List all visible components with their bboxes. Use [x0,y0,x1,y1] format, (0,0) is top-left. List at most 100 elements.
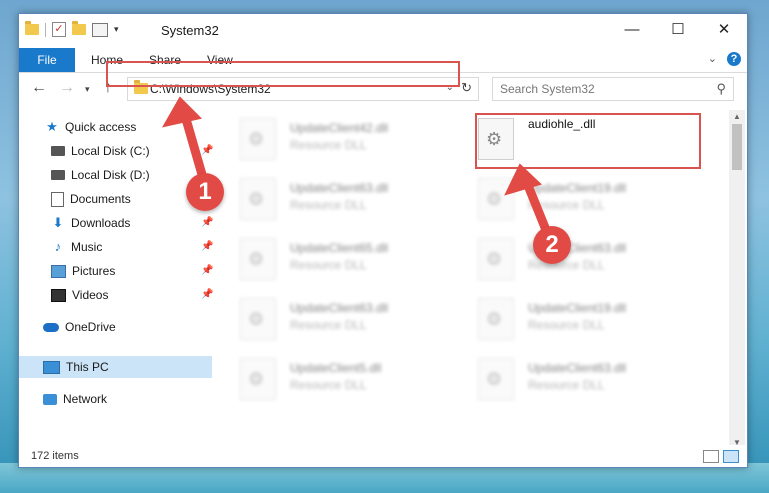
videos-icon [51,288,66,302]
help-icon[interactable]: ? [727,52,741,66]
file-item[interactable]: ⚙ UpdateClient5.dll Resource DLL [232,354,452,402]
minimize-button[interactable]: — [609,14,655,46]
quick-access-toolbar: ✓ ▾ [25,21,119,37]
file-name: UpdateClient19.dll [528,181,627,195]
search-input[interactable]: Search System32 ⚲ [492,77,734,101]
forward-arrow-icon[interactable]: → [59,79,75,97]
sidebar-item-onedrive[interactable]: OneDrive [43,316,116,338]
file-type: Resource DLL [290,318,367,332]
file-type: Resource DLL [528,318,605,332]
dll-file-icon: ⚙ [240,118,276,160]
sidebar-item-videos[interactable]: Videos 📌 [51,284,221,306]
pin-icon: 📌 [201,289,214,300]
step-2-badge: 2 [533,226,571,264]
dll-file-icon: ⚙ [240,178,276,220]
step-1-badge: 1 [186,173,224,211]
file-type: Resource DLL [528,198,605,212]
scrollbar-thumb[interactable] [732,124,742,170]
window-title: System32 [161,23,219,38]
file-name: UpdateClient5.dll [290,361,382,375]
sidebar-item-label: OneDrive [65,320,116,334]
file-highlight [475,113,701,169]
file-type: Resource DLL [528,378,605,392]
sidebar-item-quick-access[interactable]: ★ Quick access [45,116,136,138]
large-icons-view-icon[interactable] [723,450,739,463]
gear-icon: ⚙ [486,189,503,209]
cloud-icon [43,322,59,332]
properties-checkmark-icon[interactable]: ✓ [52,22,66,37]
maximize-button[interactable]: ☐ [655,14,701,46]
pin-icon: 📌 [201,241,214,252]
sidebar-item-label: Local Disk (C:) [71,144,150,158]
file-item[interactable]: ⚙ UpdateClient19.dll Resource DLL [470,174,690,222]
gear-icon: ⚙ [248,309,265,329]
file-name: UpdateClient42.dll [290,121,389,135]
file-item[interactable]: ⚙ UpdateClient19.dll Resource DLL [470,294,690,342]
gear-icon: ⚙ [486,249,503,269]
gear-icon: ⚙ [486,309,503,329]
dll-file-icon: ⚙ [478,298,514,340]
status-bar: 172 items [19,445,747,467]
sidebar-item-this-pc[interactable]: This PC [43,356,109,378]
file-name: UpdateClient65.dll [290,241,389,255]
scroll-up-arrow-icon[interactable]: ▲ [733,112,741,121]
sidebar-item-label: Documents [70,192,131,206]
file-name: UpdateClient63.dll [528,361,627,375]
gear-icon: ⚙ [248,129,265,149]
details-view-icon[interactable] [703,450,719,463]
new-folder-icon[interactable] [72,21,86,35]
vertical-scrollbar[interactable]: ▲ ▼ [729,110,745,449]
downloads-icon: ⬇ [52,215,64,230]
file-item[interactable]: ⚙ UpdateClient63.dll Resource DLL [232,294,452,342]
sidebar-item-label: Downloads [71,216,131,230]
dll-file-icon: ⚙ [478,238,514,280]
sidebar-item-local-disk-d[interactable]: Local Disk (D:) [51,164,150,186]
file-type: Resource DLL [290,258,367,272]
pin-icon: 📌 [201,145,214,156]
file-item[interactable]: ⚙ UpdateClient63.dll Resource DLL [232,174,452,222]
disk-icon [51,146,65,156]
back-arrow-icon[interactable]: ← [31,79,47,97]
gear-icon: ⚙ [248,189,265,209]
sidebar-item-label: This PC [66,360,109,374]
search-placeholder: Search System32 [500,82,595,96]
dll-file-icon: ⚙ [240,358,276,400]
sidebar-item-label: Videos [72,288,109,302]
pin-icon: 📌 [201,217,214,228]
file-type: Resource DLL [290,138,367,152]
toolbar-separator [45,22,46,37]
sidebar-item-documents[interactable]: Documents [51,188,131,210]
folder-icon [25,21,39,35]
file-item[interactable]: ⚙ UpdateClient42.dll Resource DLL [232,114,452,162]
expand-ribbon-chevron-icon[interactable]: ⌄ [708,52,717,65]
sidebar-item-music[interactable]: ♪ Music 📌 [51,236,221,258]
dll-file-icon: ⚙ [478,358,514,400]
sidebar-item-label: Pictures [72,264,116,278]
file-type: Resource DLL [290,378,367,392]
gear-icon: ⚙ [486,369,503,389]
sidebar-item-network[interactable]: Network [43,388,107,410]
dll-file-icon: ⚙ [478,178,514,220]
pictures-icon [51,264,66,278]
close-button[interactable]: ✕ [701,14,747,46]
music-icon: ♪ [54,239,62,254]
sidebar-item-pictures[interactable]: Pictures 📌 [51,260,221,282]
sidebar-item-local-disk-c[interactable]: Local Disk (C:) 📌 [51,140,221,162]
disk-icon [51,170,65,180]
dll-file-icon: ⚙ [240,298,276,340]
file-item[interactable]: ⚙ UpdateClient63.dll Resource DLL [470,354,690,402]
file-name: UpdateClient63.dll [290,301,389,315]
refresh-icon[interactable]: ↻ [461,80,472,96]
sidebar-item-label: Network [63,392,108,406]
documents-icon [51,191,64,207]
dll-file-icon: ⚙ [240,238,276,280]
recent-locations-chevron-icon[interactable]: ▾ [85,84,90,95]
file-item[interactable]: ⚙ UpdateClient65.dll Resource DLL [232,234,452,282]
sidebar-item-downloads[interactable]: ⬇ Downloads 📌 [51,212,221,234]
customize-toolbar-chevron-icon[interactable]: ▾ [114,24,119,35]
search-icon[interactable]: ⚲ [716,81,726,97]
properties-icon[interactable] [92,22,108,37]
file-item[interactable]: ⚙ UpdateClient63.dll Resource DLL [470,234,690,282]
title-bar: ✓ ▾ System32 — ☐ ✕ [19,14,747,48]
tab-file[interactable]: File [19,48,75,72]
